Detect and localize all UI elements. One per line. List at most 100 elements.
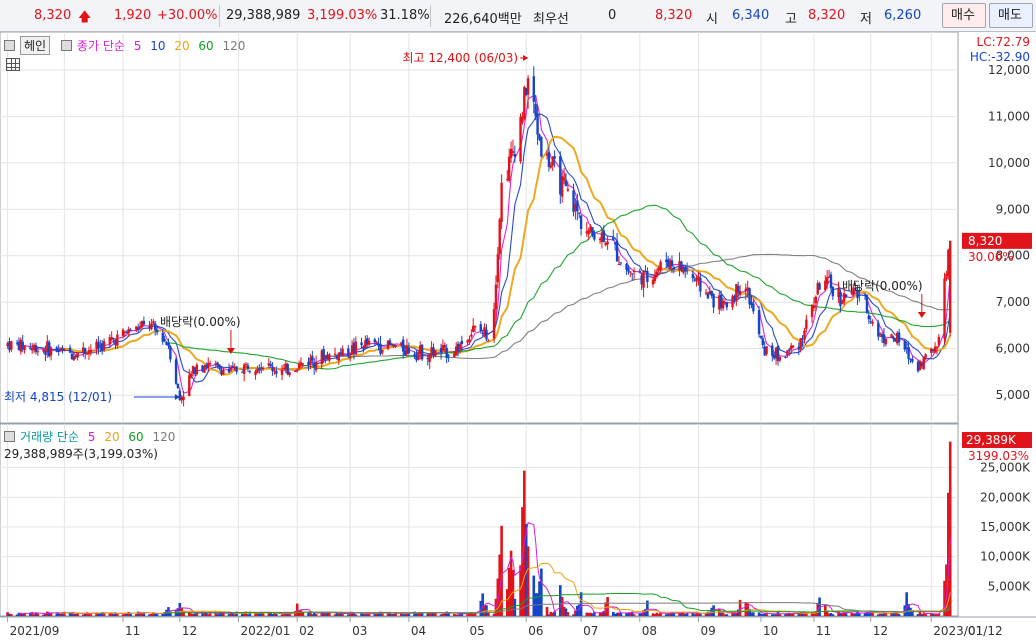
quote-bar: 8,320 🡅 1,920 +30.00% 29,388,989 3,199.0… (0, 0, 1036, 32)
volume-bar (844, 613, 848, 616)
vma5-label: 5 (87, 430, 96, 444)
candle-body (638, 270, 641, 273)
candle-body (129, 329, 132, 332)
candle-body (536, 113, 539, 135)
candle-body (844, 294, 848, 297)
low-price: 6,260 (884, 8, 922, 23)
ma-toggle-icon[interactable] (60, 40, 72, 51)
candle-body (288, 372, 291, 376)
dividend-label-2: 배당락(0.00%) (842, 279, 923, 293)
price-change: 1,920 (114, 8, 152, 23)
price-tick-label: 11,000 (988, 109, 1030, 123)
candle-body (485, 329, 488, 340)
candle-body (564, 180, 568, 187)
price-tick-label: 12,000 (988, 63, 1030, 77)
candle-body (246, 365, 250, 369)
candle-body (935, 346, 939, 348)
volume-bar (89, 614, 93, 616)
candle-body (244, 363, 248, 365)
candle-body (907, 347, 910, 359)
candle-body (761, 338, 765, 345)
candle-body (269, 363, 272, 366)
candle-body (381, 349, 384, 353)
turnover-rate: 31.18% (380, 8, 430, 23)
high-annotation: 최고 12,400 (06/03) (402, 51, 518, 65)
grid-icon[interactable] (6, 58, 20, 71)
candle-body (49, 347, 53, 356)
candle-body (615, 240, 619, 262)
candle-body (347, 348, 350, 357)
candle-body (712, 294, 715, 308)
candle-body (163, 339, 166, 342)
buy-button[interactable]: 매수 (942, 3, 986, 28)
candle-body (182, 396, 185, 400)
candle-body (553, 155, 556, 159)
volume-bar (553, 611, 556, 616)
chart-window: 8,320 🡅 1,920 +30.00% 29,388,989 3,199.0… (0, 0, 1036, 641)
volume-bar (725, 614, 729, 616)
candle-body (672, 267, 676, 269)
candle-body (295, 369, 299, 371)
volume-bar (208, 613, 212, 616)
candle-body (691, 274, 694, 279)
volume-subtitle: 29,388,989주(3,199.03%) (4, 447, 158, 461)
candle-body (68, 347, 72, 353)
ma5-label: 5 (133, 39, 142, 53)
candle-body (786, 350, 789, 356)
candle-body (468, 338, 471, 342)
candle-body (470, 334, 473, 337)
open-label: 시 (706, 12, 718, 27)
candle-body (897, 332, 901, 343)
candle-body (532, 76, 535, 102)
collapse-icon[interactable] (4, 40, 15, 51)
candle-body (576, 200, 579, 212)
candle-body (390, 343, 394, 345)
candle-body (189, 373, 193, 377)
x-tick-label: 01/12 (968, 624, 1003, 638)
x-tick-label: 2021/09 (10, 624, 60, 638)
candle-body (924, 354, 927, 358)
candle-body (937, 336, 941, 346)
x-tick-label: 02 (299, 624, 314, 638)
sell-button[interactable]: 매도 (989, 3, 1033, 28)
volume-bar (632, 614, 636, 616)
candle-body (513, 154, 517, 157)
candle-body (738, 291, 742, 295)
candle-body (367, 340, 371, 345)
low-annotation: 최저 4,815 (12/01) (4, 390, 112, 404)
candle-body (612, 237, 615, 241)
series-box[interactable]: 헤인 (20, 36, 51, 55)
volume-bar (36, 613, 40, 616)
candle-body (445, 347, 448, 359)
candle-body (354, 341, 358, 355)
volume-bar (261, 613, 265, 616)
candle-body (188, 375, 191, 397)
price-change-pct: +30.00% (157, 8, 218, 23)
price-tick-label: 6,000 (996, 342, 1030, 356)
best-bid-label: 최우선 (533, 12, 569, 27)
stock-chart[interactable]: 5,0006,0007,0008,0009,00010,00011,00012,… (0, 32, 1036, 641)
candle-body (500, 182, 503, 222)
candle-body (825, 277, 829, 284)
candle-body (818, 283, 821, 290)
volume-bar (752, 612, 755, 616)
candle-body (373, 339, 376, 343)
candle-body (401, 339, 405, 352)
volume-bar (566, 612, 570, 616)
vma120-label: 120 (152, 430, 176, 444)
volume-bar (924, 614, 927, 616)
x-tick-label: 11 (125, 624, 140, 638)
candle-body (492, 309, 496, 339)
candle-body (831, 287, 835, 297)
candle-body (311, 355, 314, 361)
candle-body (685, 270, 689, 272)
candle-body (632, 270, 636, 273)
candle-body (294, 371, 297, 373)
candle-body (922, 356, 925, 370)
candle-body (871, 321, 874, 324)
candle-body (102, 341, 106, 350)
volume-toggle-icon[interactable] (4, 431, 15, 442)
candle-body (341, 348, 344, 357)
low-label: 저 (860, 12, 872, 27)
volume-legend: 거래량 단순 5 20 60 120 (4, 428, 180, 445)
